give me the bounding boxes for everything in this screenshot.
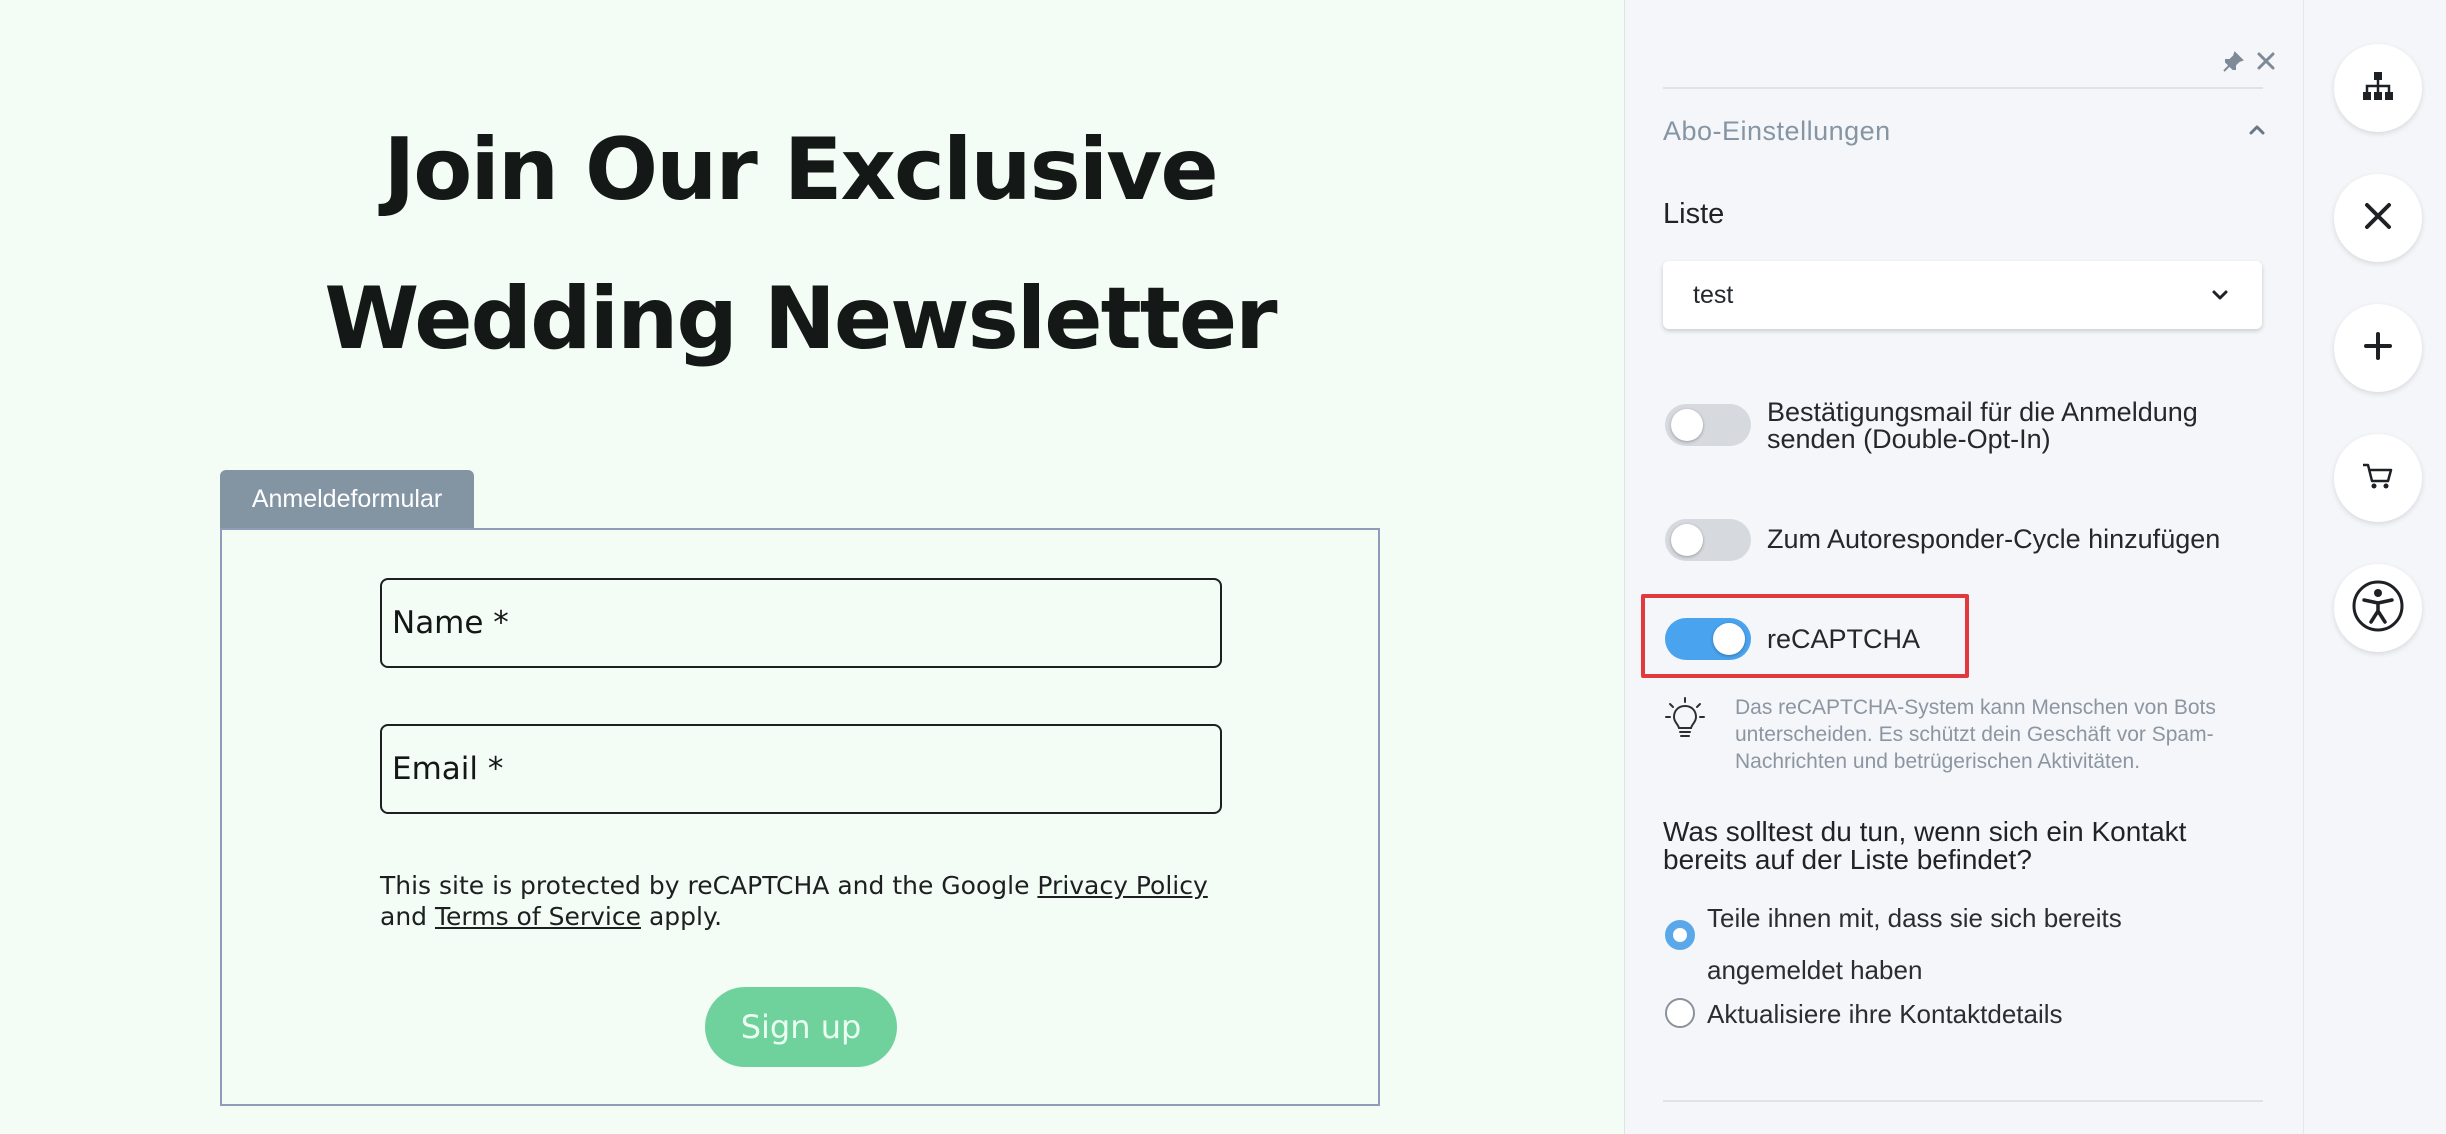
notice-and: and: [380, 902, 435, 931]
accessibility-button[interactable]: [2334, 564, 2422, 652]
shop-button[interactable]: [2334, 434, 2422, 522]
tools-button[interactable]: [2334, 174, 2422, 262]
recaptcha-notice: This site is protected by reCAPTCHA and …: [380, 870, 1240, 932]
toggle-knob: [1671, 524, 1703, 556]
notice-apply: apply.: [641, 902, 723, 931]
list-select[interactable]: test: [1663, 261, 2262, 329]
autoresponder-toggle[interactable]: [1665, 519, 1751, 561]
recaptcha-toggle[interactable]: [1665, 618, 1751, 660]
plus-icon: [2360, 328, 2396, 369]
sign-up-button[interactable]: Sign up: [705, 987, 897, 1067]
settings-panel: Abo-Einstellungen Liste test Bestätigung…: [1624, 0, 2304, 1134]
form-tab-label[interactable]: Anmeldeformular: [220, 470, 474, 528]
privacy-policy-link[interactable]: Privacy Policy: [1037, 871, 1207, 900]
list-select-value: test: [1693, 281, 1734, 309]
recaptcha-hint: Das reCAPTCHA-System kann Menschen von B…: [1735, 696, 2216, 773]
add-button[interactable]: [2334, 304, 2422, 392]
sitemap-button[interactable]: [2334, 44, 2422, 132]
radio-label-update[interactable]: Aktualisiere ihre Kontaktdetails: [1707, 998, 2063, 1030]
radio-inform-already-subscribed[interactable]: [1665, 920, 1695, 950]
lightbulb-icon: [1665, 696, 1705, 742]
section-title[interactable]: Abo-Einstellungen: [1663, 116, 1891, 147]
pin-icon[interactable]: [2221, 50, 2245, 74]
page-canvas: Join Our Exclusive Wedding Newsletter An…: [0, 0, 1624, 1134]
headline-line-1: Join Our Exclusive: [383, 120, 1218, 220]
tools-icon: [2360, 198, 2396, 239]
list-label: Liste: [1663, 198, 1725, 230]
divider: [1663, 1100, 2263, 1102]
chevron-down-icon: [2208, 283, 2232, 307]
name-field[interactable]: Name *: [380, 578, 1222, 668]
notice-text: This site is protected by reCAPTCHA and …: [380, 871, 1038, 900]
email-field[interactable]: Email *: [380, 724, 1222, 814]
sitemap-icon: [2360, 68, 2396, 109]
right-tool-rail: [2303, 0, 2446, 1134]
duplicate-contact-question: Was solltest du tun, wenn sich ein Konta…: [1663, 816, 2187, 875]
double-opt-in-toggle[interactable]: [1665, 404, 1751, 446]
toggle-knob: [1671, 409, 1703, 441]
autoresponder-label: Zum Autoresponder-Cycle hinzufügen: [1767, 524, 2221, 554]
divider: [1663, 87, 2263, 89]
radio-update-contact[interactable]: [1665, 998, 1695, 1028]
radio-label-inform[interactable]: Teile ihnen mit, dass sie sich bereits a…: [1707, 892, 2207, 996]
chevron-up-icon[interactable]: [2245, 118, 2269, 142]
close-icon[interactable]: [2253, 48, 2279, 74]
toggle-knob: [1713, 623, 1745, 655]
terms-of-service-link[interactable]: Terms of Service: [435, 902, 641, 931]
recaptcha-label: reCAPTCHA: [1767, 624, 1921, 654]
accessibility-icon: [2350, 578, 2406, 639]
double-opt-in-label: Bestätigungsmail für die Anmeldung sende…: [1767, 397, 2198, 454]
cart-icon: [2360, 458, 2396, 499]
headline-line-2: Wedding Newsletter: [324, 269, 1277, 369]
